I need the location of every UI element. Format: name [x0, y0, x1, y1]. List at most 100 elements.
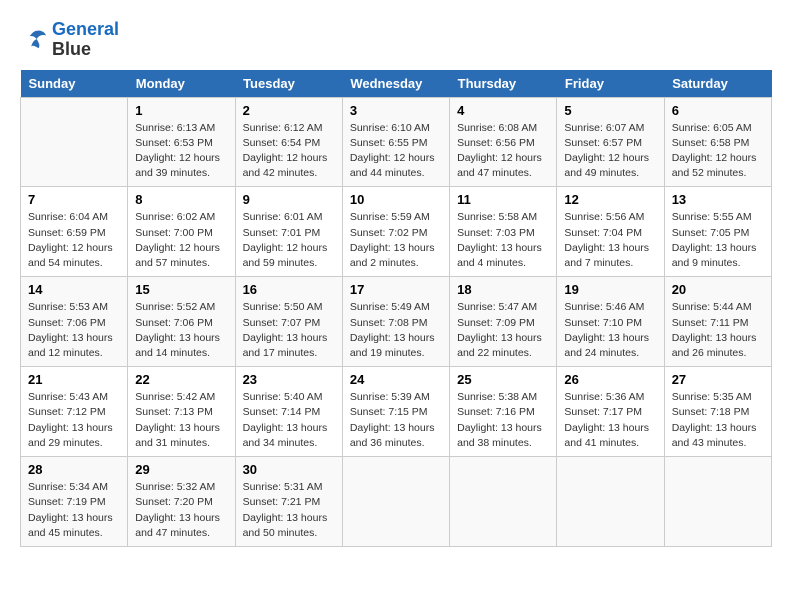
logo-text: GeneralBlue — [52, 20, 119, 60]
day-number: 16 — [243, 282, 335, 297]
calendar-cell: 21 Sunrise: 5:43 AM Sunset: 7:12 PM Dayli… — [21, 367, 128, 457]
calendar-week-row: 14Sunrise: 5:53 AM Sunset: 7:06 PM Dayli… — [21, 277, 772, 367]
day-number: 2 — [243, 103, 335, 118]
day-number: 7 — [28, 192, 120, 207]
day-info: Sunrise: 5:58 AM Sunset: 7:03 PM Dayligh… — [457, 210, 549, 271]
weekday-header-tuesday: Tuesday — [235, 70, 342, 98]
weekday-header-row: SundayMondayTuesdayWednesdayThursdayFrid… — [21, 70, 772, 98]
day-number: 25 — [457, 372, 549, 387]
day-number: 6 — [672, 103, 764, 118]
weekday-header-monday: Monday — [128, 70, 235, 98]
calendar-cell: 23 Sunrise: 5:40 AM Sunset: 7:14 PM Dayli… — [235, 367, 342, 457]
day-number: 10 — [350, 192, 442, 207]
calendar-cell: 15 Sunrise: 5:52 AM Sunset: 7:06 PM Dayli… — [128, 277, 235, 367]
day-number: 27 — [672, 372, 764, 387]
day-number: 26 — [564, 372, 656, 387]
day-number: 9 — [243, 192, 335, 207]
day-info: Sunrise: 5:43 AM Sunset: 7:12 PM Dayligh… — [28, 390, 120, 451]
calendar-cell: 10 Sunrise: 5:59 AM Sunset: 7:02 PM Dayli… — [342, 187, 449, 277]
calendar-week-row: 7 Sunrise: 6:04 AM Sunset: 6:59 PM Daylig… — [21, 187, 772, 277]
calendar-cell — [557, 457, 664, 547]
calendar-cell: 25Sunrise: 5:38 AM Sunset: 7:16 PM Dayli… — [450, 367, 557, 457]
day-number: 28 — [28, 462, 120, 477]
day-number: 20 — [672, 282, 764, 297]
day-info: Sunrise: 5:52 AM Sunset: 7:06 PM Dayligh… — [135, 300, 227, 361]
day-number: 24 — [350, 372, 442, 387]
calendar-cell: 19Sunrise: 5:46 AM Sunset: 7:10 PM Dayli… — [557, 277, 664, 367]
day-info: Sunrise: 5:34 AM Sunset: 7:19 PM Dayligh… — [28, 480, 120, 541]
day-number: 23 — [243, 372, 335, 387]
day-number: 4 — [457, 103, 549, 118]
day-info: Sunrise: 6:12 AM Sunset: 6:54 PM Dayligh… — [243, 121, 335, 182]
day-info: Sunrise: 6:07 AM Sunset: 6:57 PM Dayligh… — [564, 121, 656, 182]
day-info: Sunrise: 6:04 AM Sunset: 6:59 PM Dayligh… — [28, 210, 120, 271]
day-number: 18 — [457, 282, 549, 297]
calendar-cell — [21, 97, 128, 187]
page-header: GeneralBlue — [20, 20, 772, 60]
day-number: 12 — [564, 192, 656, 207]
calendar-cell: 22 Sunrise: 5:42 AM Sunset: 7:13 PM Dayli… — [128, 367, 235, 457]
day-number: 30 — [243, 462, 335, 477]
day-info: Sunrise: 5:42 AM Sunset: 7:13 PM Dayligh… — [135, 390, 227, 451]
calendar-cell — [664, 457, 771, 547]
day-number: 21 — [28, 372, 120, 387]
day-number: 17 — [350, 282, 442, 297]
calendar-cell — [450, 457, 557, 547]
day-info: Sunrise: 5:40 AM Sunset: 7:14 PM Dayligh… — [243, 390, 335, 451]
day-info: Sunrise: 5:59 AM Sunset: 7:02 PM Dayligh… — [350, 210, 442, 271]
calendar-cell: 24Sunrise: 5:39 AM Sunset: 7:15 PM Dayli… — [342, 367, 449, 457]
day-info: Sunrise: 6:13 AM Sunset: 6:53 PM Dayligh… — [135, 121, 227, 182]
calendar-cell: 30 Sunrise: 5:31 AM Sunset: 7:21 PM Dayli… — [235, 457, 342, 547]
day-number: 1 — [135, 103, 227, 118]
day-info: Sunrise: 6:08 AM Sunset: 6:56 PM Dayligh… — [457, 121, 549, 182]
day-info: Sunrise: 5:31 AM Sunset: 7:21 PM Dayligh… — [243, 480, 335, 541]
calendar-cell: 18 Sunrise: 5:47 AM Sunset: 7:09 PM Dayli… — [450, 277, 557, 367]
calendar-cell: 28 Sunrise: 5:34 AM Sunset: 7:19 PM Dayli… — [21, 457, 128, 547]
calendar-week-row: 28 Sunrise: 5:34 AM Sunset: 7:19 PM Dayli… — [21, 457, 772, 547]
day-info: Sunrise: 5:53 AM Sunset: 7:06 PM Dayligh… — [28, 300, 120, 361]
calendar-cell: 4 Sunrise: 6:08 AM Sunset: 6:56 PM Daylig… — [450, 97, 557, 187]
calendar-cell: 27 Sunrise: 5:35 AM Sunset: 7:18 PM Dayli… — [664, 367, 771, 457]
logo: GeneralBlue — [20, 20, 119, 60]
calendar-table: SundayMondayTuesdayWednesdayThursdayFrid… — [20, 70, 772, 547]
day-number: 19 — [564, 282, 656, 297]
calendar-cell: 11 Sunrise: 5:58 AM Sunset: 7:03 PM Dayli… — [450, 187, 557, 277]
day-number: 13 — [672, 192, 764, 207]
calendar-cell: 14Sunrise: 5:53 AM Sunset: 7:06 PM Dayli… — [21, 277, 128, 367]
day-number: 8 — [135, 192, 227, 207]
day-info: Sunrise: 6:10 AM Sunset: 6:55 PM Dayligh… — [350, 121, 442, 182]
calendar-week-row: 1 Sunrise: 6:13 AM Sunset: 6:53 PM Daylig… — [21, 97, 772, 187]
logo-icon — [20, 28, 48, 52]
calendar-cell: 20 Sunrise: 5:44 AM Sunset: 7:11 PM Dayli… — [664, 277, 771, 367]
calendar-cell: 5 Sunrise: 6:07 AM Sunset: 6:57 PM Daylig… — [557, 97, 664, 187]
weekday-header-friday: Friday — [557, 70, 664, 98]
weekday-header-wednesday: Wednesday — [342, 70, 449, 98]
day-number: 11 — [457, 192, 549, 207]
calendar-cell: 1 Sunrise: 6:13 AM Sunset: 6:53 PM Daylig… — [128, 97, 235, 187]
day-info: Sunrise: 5:35 AM Sunset: 7:18 PM Dayligh… — [672, 390, 764, 451]
day-number: 5 — [564, 103, 656, 118]
day-info: Sunrise: 5:47 AM Sunset: 7:09 PM Dayligh… — [457, 300, 549, 361]
calendar-cell: 13 Sunrise: 5:55 AM Sunset: 7:05 PM Dayli… — [664, 187, 771, 277]
day-number: 22 — [135, 372, 227, 387]
calendar-cell: 17Sunrise: 5:49 AM Sunset: 7:08 PM Dayli… — [342, 277, 449, 367]
day-info: Sunrise: 5:55 AM Sunset: 7:05 PM Dayligh… — [672, 210, 764, 271]
day-info: Sunrise: 5:44 AM Sunset: 7:11 PM Dayligh… — [672, 300, 764, 361]
calendar-cell: 7 Sunrise: 6:04 AM Sunset: 6:59 PM Daylig… — [21, 187, 128, 277]
calendar-cell: 2 Sunrise: 6:12 AM Sunset: 6:54 PM Daylig… — [235, 97, 342, 187]
day-info: Sunrise: 6:01 AM Sunset: 7:01 PM Dayligh… — [243, 210, 335, 271]
calendar-cell: 29Sunrise: 5:32 AM Sunset: 7:20 PM Dayli… — [128, 457, 235, 547]
day-info: Sunrise: 5:36 AM Sunset: 7:17 PM Dayligh… — [564, 390, 656, 451]
calendar-cell: 3 Sunrise: 6:10 AM Sunset: 6:55 PM Daylig… — [342, 97, 449, 187]
day-number: 15 — [135, 282, 227, 297]
calendar-cell — [342, 457, 449, 547]
day-number: 3 — [350, 103, 442, 118]
calendar-cell: 6 Sunrise: 6:05 AM Sunset: 6:58 PM Daylig… — [664, 97, 771, 187]
calendar-cell: 9 Sunrise: 6:01 AM Sunset: 7:01 PM Daylig… — [235, 187, 342, 277]
calendar-cell: 16Sunrise: 5:50 AM Sunset: 7:07 PM Dayli… — [235, 277, 342, 367]
day-info: Sunrise: 5:32 AM Sunset: 7:20 PM Dayligh… — [135, 480, 227, 541]
calendar-cell: 12Sunrise: 5:56 AM Sunset: 7:04 PM Dayli… — [557, 187, 664, 277]
day-info: Sunrise: 6:05 AM Sunset: 6:58 PM Dayligh… — [672, 121, 764, 182]
weekday-header-saturday: Saturday — [664, 70, 771, 98]
weekday-header-thursday: Thursday — [450, 70, 557, 98]
